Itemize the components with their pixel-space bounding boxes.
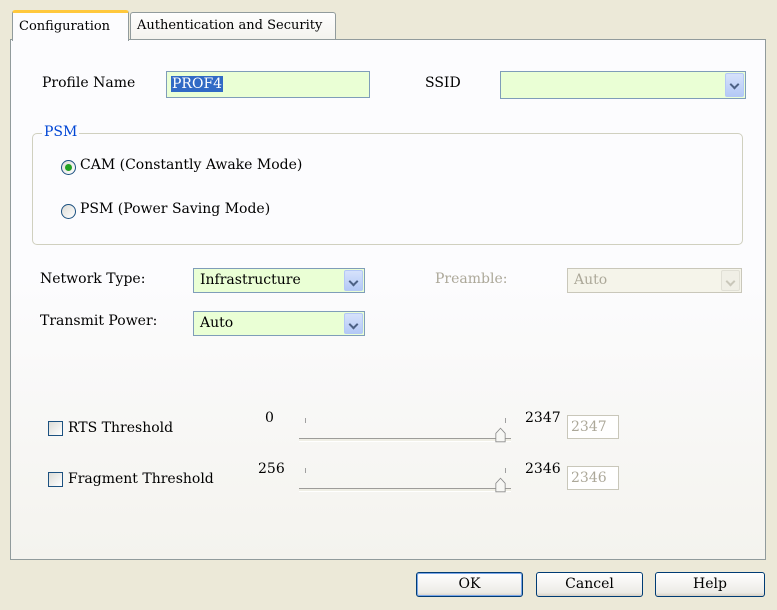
chevron-down-icon[interactable] — [725, 73, 744, 97]
profile-name-value: PROF4 — [171, 76, 224, 92]
rts-threshold-label[interactable]: RTS Threshold — [68, 420, 173, 436]
fragment-max-label: 2346 — [525, 461, 561, 477]
rts-threshold-value[interactable]: 2347 — [567, 415, 619, 439]
fragment-threshold-checkbox[interactable] — [48, 472, 63, 487]
preamble-select[interactable]: Auto — [567, 268, 742, 293]
fragment-min-label: 256 — [258, 461, 285, 477]
psm-radio[interactable] — [61, 204, 76, 219]
rts-threshold-checkbox[interactable] — [48, 421, 63, 436]
fragment-threshold-label[interactable]: Fragment Threshold — [68, 471, 214, 487]
profile-name-input[interactable]: PROF4 — [166, 71, 370, 98]
chevron-down-icon[interactable] — [344, 313, 363, 334]
rts-slider-tick-max — [505, 418, 506, 423]
cam-radio[interactable] — [61, 160, 76, 175]
ssid-select[interactable] — [500, 71, 746, 99]
chevron-down-icon[interactable] — [344, 270, 363, 291]
network-type-label: Network Type: — [40, 271, 146, 287]
fragment-slider-tick-max — [505, 468, 506, 473]
fragment-threshold-value[interactable]: 2346 — [567, 466, 619, 490]
help-button[interactable]: Help — [655, 572, 765, 597]
rts-max-label: 2347 — [525, 410, 561, 426]
fragment-slider-thumb[interactable] — [495, 476, 506, 494]
cam-radio-label[interactable]: CAM (Constantly Awake Mode) — [80, 157, 302, 173]
fragment-slider-tick-min — [305, 468, 306, 473]
psm-radio-label[interactable]: PSM (Power Saving Mode) — [80, 201, 270, 217]
preamble-value: Auto — [574, 272, 608, 288]
transmit-power-select[interactable]: Auto — [193, 311, 365, 336]
preamble-label: Preamble: — [435, 271, 508, 287]
transmit-power-label: Transmit Power: — [40, 313, 158, 329]
rts-min-label: 0 — [265, 410, 274, 426]
cancel-button[interactable]: Cancel — [536, 572, 643, 597]
rts-slider-track[interactable] — [299, 438, 511, 442]
network-type-select[interactable]: Infrastructure — [193, 268, 365, 293]
rts-slider-thumb[interactable] — [495, 426, 506, 444]
fragment-slider-track[interactable] — [299, 488, 511, 492]
network-type-value: Infrastructure — [200, 272, 301, 288]
ssid-label: SSID — [425, 75, 461, 91]
psm-groupbox — [32, 133, 743, 245]
transmit-power-value: Auto — [200, 315, 234, 331]
rts-slider-tick-min — [305, 418, 306, 423]
chevron-down-icon[interactable] — [721, 270, 740, 291]
configuration-content: Profile Name PROF4 SSID PSM CAM (Constan… — [0, 0, 777, 610]
ok-button[interactable]: OK — [416, 572, 523, 597]
psm-group-label: PSM — [42, 124, 80, 140]
profile-name-label: Profile Name — [42, 75, 136, 91]
